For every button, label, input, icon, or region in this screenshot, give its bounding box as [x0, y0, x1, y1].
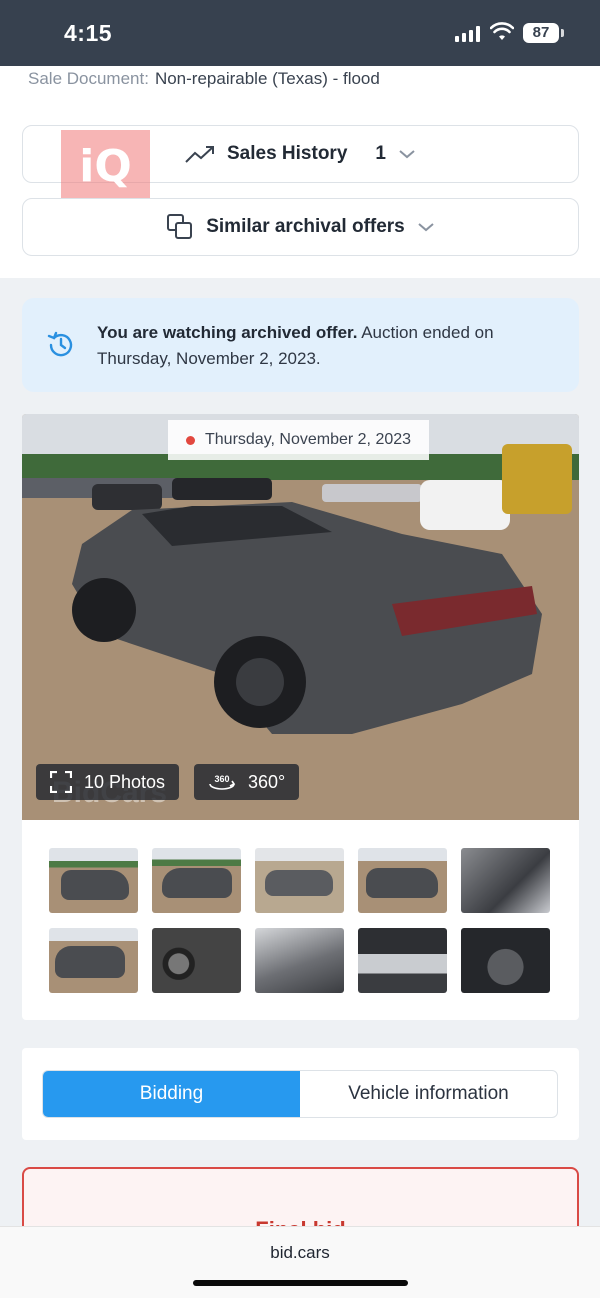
- sales-history-label: Sales History: [227, 143, 348, 164]
- battery-icon: 87: [523, 23, 564, 43]
- fullscreen-icon: [50, 771, 72, 793]
- photo-thumbnail[interactable]: [49, 928, 138, 993]
- details-tabs-card: Bidding Vehicle information: [22, 1048, 579, 1140]
- chevron-down-icon: [399, 150, 415, 159]
- photo-thumbnail[interactable]: [255, 848, 344, 913]
- tab-bidding[interactable]: Bidding: [43, 1071, 300, 1117]
- tab-vehicle-information[interactable]: Vehicle information: [300, 1071, 557, 1117]
- history-icon: [47, 331, 73, 357]
- sale-document-value: Non-repairable (Texas) - flood: [154, 69, 380, 88]
- archived-offer-bold: You are watching archived offer.: [97, 323, 358, 342]
- similar-offers-label: Similar archival offers: [206, 216, 405, 237]
- status-time: 4:15: [64, 20, 113, 46]
- sales-history-count: 1: [375, 143, 386, 164]
- sale-document-row: Sale Document: Non-repairable (Texas) - f…: [28, 69, 380, 89]
- rotate-360-icon: 360: [209, 774, 236, 790]
- photo-thumbnail[interactable]: [152, 848, 241, 913]
- iq-logo: iQ: [61, 130, 150, 203]
- photo-thumbnail[interactable]: [49, 848, 138, 913]
- photo-thumbnail[interactable]: [461, 928, 550, 993]
- status-bar: 4:15 87: [0, 0, 600, 66]
- copy-icon: [167, 214, 193, 239]
- vehicle-photo-illustration: [22, 414, 579, 820]
- details-tabs: Bidding Vehicle information: [42, 1070, 558, 1118]
- status-dot-icon: [186, 435, 195, 445]
- photo-thumbnail[interactable]: [461, 848, 550, 913]
- photos-count-label: 10 Photos: [84, 771, 166, 792]
- thumbnail-grid: [49, 848, 553, 993]
- auction-date-text: Thursday, November 2, 2023: [205, 431, 412, 448]
- similar-offers-accordion[interactable]: Similar archival offers: [22, 198, 579, 256]
- url-text[interactable]: bid.cars: [0, 1243, 600, 1263]
- browser-address-bar[interactable]: bid.cars: [0, 1226, 600, 1298]
- photo-gallery: Thursday, November 2, 2023 BidCars 10 Ph…: [22, 414, 579, 1020]
- trending-up-icon: [185, 146, 214, 163]
- photo-thumbnail[interactable]: [152, 928, 241, 993]
- main-vehicle-photo[interactable]: Thursday, November 2, 2023 BidCars 10 Ph…: [22, 414, 579, 820]
- view-360-label: 360°: [248, 771, 286, 792]
- sale-document-label: Sale Document:: [28, 69, 149, 88]
- archived-offer-text: You are watching archived offer. Auction…: [97, 320, 537, 372]
- photos-button[interactable]: 10 Photos: [36, 764, 180, 800]
- view-360-button[interactable]: 360 360°: [194, 764, 300, 800]
- rotate-360-icon-text: 360: [214, 774, 229, 784]
- archived-offer-notice: You are watching archived offer. Auction…: [22, 298, 579, 392]
- photo-thumbnail[interactable]: [255, 928, 344, 993]
- photo-thumbnail[interactable]: [358, 928, 447, 993]
- photo-thumbnail[interactable]: [358, 848, 447, 913]
- wifi-icon: [490, 22, 514, 40]
- home-indicator[interactable]: [193, 1280, 408, 1286]
- cellular-signal-icon: [455, 26, 480, 42]
- chevron-down-icon: [418, 223, 434, 232]
- auction-date-badge: Thursday, November 2, 2023: [168, 420, 430, 460]
